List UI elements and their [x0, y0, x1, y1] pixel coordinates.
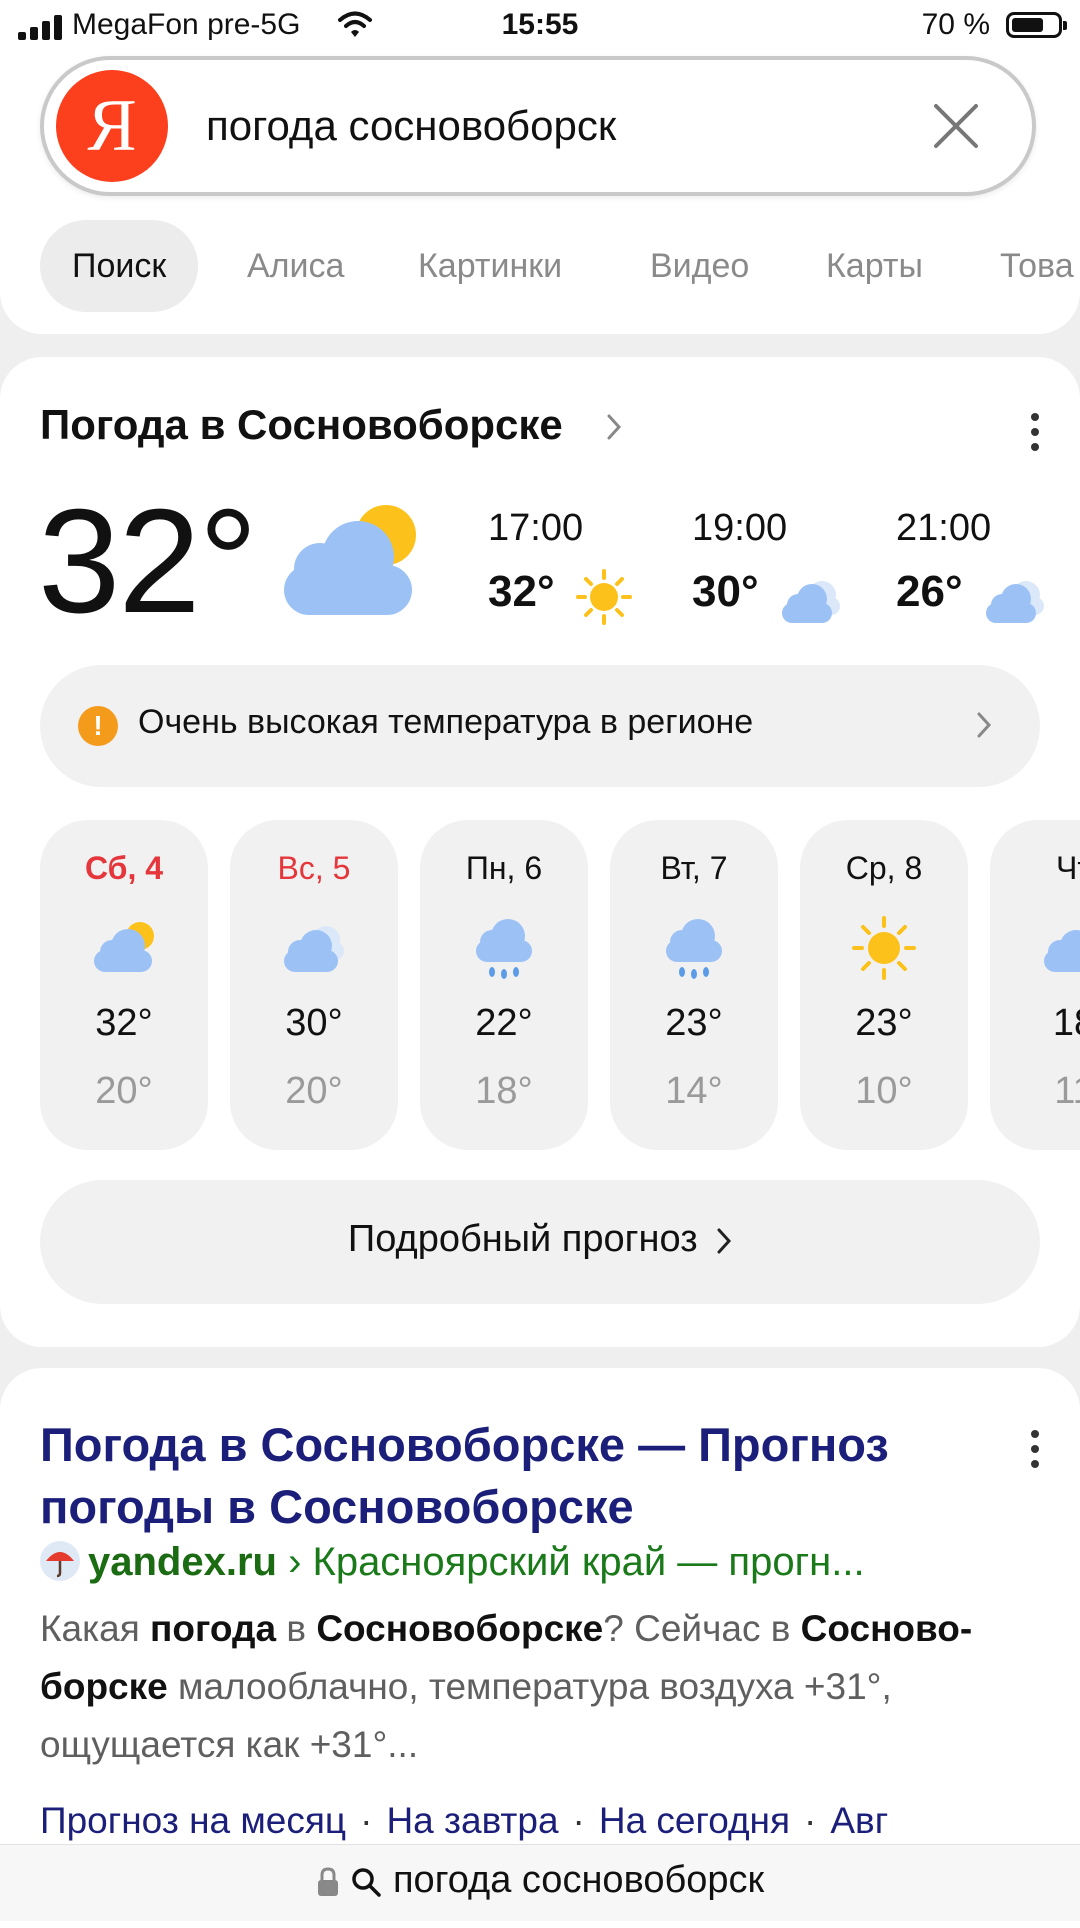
- hour-time: 21:00: [896, 507, 992, 549]
- sun-icon: [576, 569, 632, 625]
- day-low: 10°: [855, 1070, 913, 1112]
- result-domain[interactable]: yandex.ru: [88, 1540, 277, 1584]
- umbrella-icon: [40, 1541, 80, 1581]
- tab-maps[interactable]: Карты: [826, 220, 923, 312]
- day-card[interactable]: Чт 18 11: [990, 820, 1080, 1150]
- chevron-right-icon: [717, 1228, 732, 1254]
- current-temperature: 32°: [38, 479, 258, 644]
- clock: 15:55: [501, 8, 579, 41]
- search-icon: [352, 1868, 382, 1897]
- cloud-icon: [782, 581, 840, 623]
- partly-cloudy-icon: [94, 922, 154, 972]
- sun-icon: [852, 916, 916, 980]
- search-header: Я погода сосновоборск Поиск Алиса Картин…: [0, 56, 1080, 334]
- battery-level: [1012, 18, 1043, 32]
- day-name: Пн, 6: [465, 850, 543, 886]
- search-query[interactable]: погода сосновоборск: [206, 102, 616, 150]
- result-sitelinks: Прогноз на месяц · На завтра · На сегодня · Ав…: [40, 1800, 888, 1842]
- day-high: 22°: [475, 1002, 533, 1044]
- search-input[interactable]: Я погода сосновоборск: [40, 56, 1036, 196]
- day-name: Чт: [1056, 850, 1080, 886]
- sitelink[interactable]: Прогноз на месяц: [40, 1800, 346, 1841]
- tab-images[interactable]: Картинки: [418, 220, 562, 312]
- tab-products[interactable]: Това: [1000, 220, 1074, 312]
- snippet-text: Какая: [40, 1608, 151, 1649]
- sitelink[interactable]: Авг: [830, 1800, 888, 1841]
- tab-video[interactable]: Видео: [650, 220, 749, 312]
- daily-forecast: Сб, 4 32° 20° Вс, 5 30° 20° Пн, 6 22° 18…: [40, 820, 1080, 1150]
- alert-text: Очень высокая температура в регионе: [138, 703, 754, 741]
- hour-time: 17:00: [488, 507, 584, 549]
- more-options-icon[interactable]: [1030, 413, 1040, 458]
- cloud-icon: [284, 926, 344, 972]
- day-card[interactable]: Ср, 8 23° 10°: [800, 820, 968, 1150]
- day-high: 23°: [665, 1002, 723, 1044]
- close-icon[interactable]: [930, 100, 982, 152]
- day-name: Ср, 8: [845, 850, 923, 886]
- rain-icon: [666, 919, 722, 979]
- day-low: 11: [1054, 1070, 1080, 1112]
- result-path: › Красноярский край — прогн...: [276, 1540, 865, 1584]
- day-high: 18: [1052, 1002, 1080, 1044]
- rain-icon: [476, 919, 532, 979]
- sitelink[interactable]: На сегодня: [599, 1800, 790, 1841]
- snippet-text: ? Сейчас в: [603, 1608, 801, 1649]
- separator: ·: [572, 1800, 585, 1841]
- lock-icon: [317, 1867, 338, 1896]
- day-low: 20°: [285, 1070, 343, 1112]
- tab-search[interactable]: Поиск: [40, 220, 199, 312]
- day-high: 30°: [285, 1002, 343, 1044]
- sitelink[interactable]: На завтра: [386, 1800, 558, 1841]
- cloud-icon: [986, 581, 1044, 623]
- day-card[interactable]: Пн, 6 22° 18°: [420, 820, 588, 1150]
- partly-cloudy-icon: [284, 505, 416, 615]
- chevron-right-icon: [977, 712, 992, 738]
- weather-widget: Погода в Сосновоборске 32° 17:00 32° 19:…: [0, 357, 1080, 1347]
- separator: ·: [360, 1800, 373, 1841]
- yandex-logo[interactable]: Я: [56, 70, 168, 182]
- detailed-forecast-button[interactable]: Подробный прогноз: [40, 1180, 1040, 1304]
- separator: ·: [804, 1800, 817, 1841]
- result-title[interactable]: Погода в Сосновоборске — Прогноз погоды …: [40, 1414, 970, 1538]
- battery-percent: 70 %: [921, 8, 990, 41]
- day-card[interactable]: Вт, 7 23° 14°: [610, 820, 778, 1150]
- snippet-highlight: Сосновоборске: [316, 1608, 604, 1649]
- hourly-item: 19:00 30°: [692, 507, 852, 623]
- cloud-icon: [1044, 930, 1080, 972]
- result-source[interactable]: yandex.ru › Красноярский край — прогн...: [40, 1540, 865, 1585]
- hour-temp: 26°: [896, 567, 963, 616]
- address-bar[interactable]: погода сосновоборск: [0, 1844, 1080, 1921]
- day-card[interactable]: Сб, 4 32° 20°: [40, 820, 208, 1150]
- heat-alert[interactable]: ! Очень высокая температура в регионе: [40, 665, 1040, 787]
- result-snippet: Какая погода в Сосновоборске? Сейчас в С…: [40, 1600, 1050, 1774]
- forecast-button-label: Подробный прогноз: [347, 1218, 698, 1260]
- hourly-item: 21:00 26°: [896, 507, 1056, 623]
- weather-title[interactable]: Погода в Сосновоборске: [40, 401, 563, 449]
- url-text: погода сосновоборск: [392, 1859, 765, 1901]
- day-name: Вт, 7: [660, 850, 728, 886]
- hour-temp: 32°: [488, 567, 555, 616]
- warning-icon: !: [78, 706, 118, 746]
- hourly-item: 17:00 32°: [488, 507, 648, 625]
- day-high: 23°: [855, 1002, 913, 1044]
- chevron-right-icon[interactable]: [606, 413, 622, 441]
- snippet-highlight: погода: [150, 1608, 277, 1649]
- day-name: Сб, 4: [84, 850, 164, 886]
- day-card[interactable]: Вс, 5 30° 20°: [230, 820, 398, 1150]
- more-options-icon[interactable]: [1030, 1430, 1040, 1475]
- hour-temp: 30°: [692, 567, 759, 616]
- battery-icon: [1006, 12, 1067, 38]
- hour-time: 19:00: [692, 507, 788, 549]
- day-low: 18°: [475, 1070, 533, 1112]
- day-name: Вс, 5: [277, 850, 351, 886]
- day-high: 32°: [95, 1002, 153, 1044]
- snippet-text: в: [276, 1608, 317, 1649]
- day-low: 14°: [665, 1070, 723, 1112]
- status-bar: MegaFon pre-5G 15:55 70 %: [0, 0, 1080, 56]
- snippet-text: малооблачно, температура воздуха +31°, о…: [40, 1666, 892, 1765]
- tab-alisa[interactable]: Алиса: [247, 220, 344, 312]
- day-low: 20°: [95, 1070, 153, 1112]
